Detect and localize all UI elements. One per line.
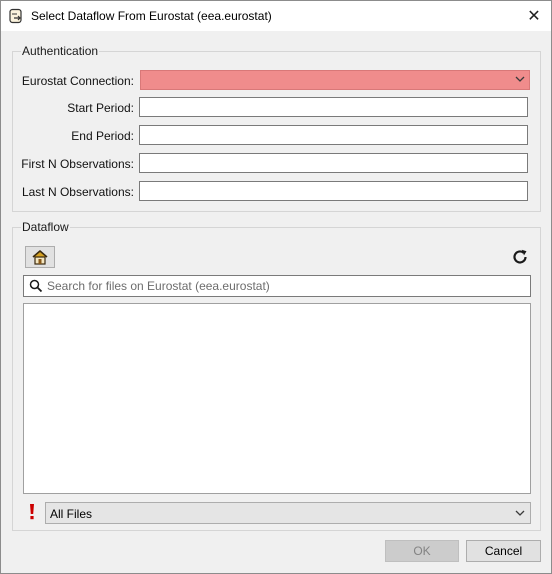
app-icon <box>9 8 22 24</box>
file-type-filter-value: All Files <box>50 507 93 521</box>
end-period-label: End Period: <box>71 129 134 143</box>
home-icon <box>32 250 48 265</box>
eurostat-connection-dropdown[interactable] <box>140 70 530 90</box>
first-n-observations-label: First N Observations: <box>21 157 134 171</box>
search-input[interactable] <box>47 277 525 295</box>
warning-icon <box>30 504 34 520</box>
close-icon: ✕ <box>527 8 541 25</box>
first-n-observations-field[interactable] <box>139 153 528 173</box>
file-type-filter-dropdown[interactable]: All Files <box>45 502 531 524</box>
home-button[interactable] <box>25 246 55 268</box>
search-icon <box>29 279 43 293</box>
window-title: Select Dataflow From Eurostat (eea.euros… <box>31 9 272 23</box>
close-button[interactable]: ✕ <box>517 1 551 31</box>
start-period-field[interactable] <box>139 97 528 117</box>
ok-button[interactable]: OK <box>385 540 459 562</box>
refresh-icon <box>513 249 527 264</box>
dialog-window: Select Dataflow From Eurostat (eea.euros… <box>0 0 552 574</box>
chevron-down-icon <box>515 510 525 516</box>
last-n-observations-label: Last N Observations: <box>21 185 134 199</box>
authentication-group-title: Authentication <box>21 44 100 58</box>
end-period-field[interactable] <box>139 125 528 145</box>
start-period-label: Start Period: <box>67 101 134 115</box>
dataflow-group-title: Dataflow <box>21 220 70 234</box>
eurostat-connection-label: Eurostat Connection: <box>21 74 134 88</box>
cancel-button[interactable]: Cancel <box>466 540 541 562</box>
title-bar: Select Dataflow From Eurostat (eea.euros… <box>1 1 551 31</box>
file-list[interactable] <box>23 303 531 494</box>
last-n-observations-field[interactable] <box>139 181 528 201</box>
search-box[interactable] <box>23 275 531 297</box>
chevron-down-icon <box>515 76 525 82</box>
refresh-button[interactable] <box>509 246 531 268</box>
